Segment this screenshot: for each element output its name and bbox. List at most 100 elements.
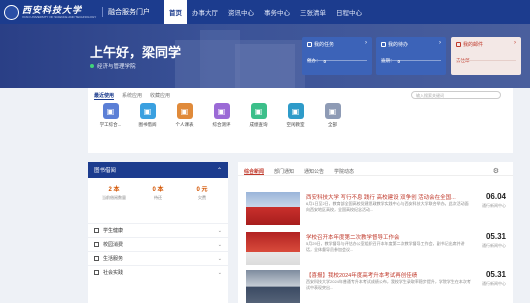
task-icon	[307, 42, 312, 47]
card-divider	[381, 60, 441, 61]
app-shortcut[interactable]: ▣ 成绩查询	[242, 103, 275, 128]
app-shortcut[interactable]: ▣ 空闲教室	[279, 103, 312, 128]
accordion-label: 校园消费	[103, 242, 124, 248]
app-shortcut[interactable]: ▣ 全部	[316, 103, 349, 128]
library-header[interactable]: 图书借阅 ⌃	[88, 162, 228, 178]
logo-subtitle: XI'AN UNIVERSITY OF SCIENCE AND TECHNOLO…	[22, 15, 97, 19]
app-label: 综合测评	[212, 122, 231, 127]
news-item[interactable]: 学校召开本年度第二次教学督导工作会 5月29日，教学督导与评估办公室组织召开本年…	[246, 232, 508, 268]
tab-college-news[interactable]: 学院动态	[334, 168, 354, 175]
my-tasks-label: 我的任务	[314, 42, 335, 48]
score-icon: ▣	[250, 103, 267, 119]
todo-icon	[381, 42, 386, 47]
online-status-icon	[90, 64, 94, 68]
tab-favorite-apps[interactable]: 收藏应用	[150, 92, 170, 100]
news-source: 通行新闻中心	[482, 243, 506, 248]
stat-due[interactable]: 0 本 待还	[136, 184, 180, 201]
chevron-up-icon: ⌃	[216, 167, 222, 174]
tab-general-news[interactable]: 综合新闻	[244, 168, 265, 175]
nav-three-lists[interactable]: 三张清单	[295, 0, 331, 24]
gear-icon[interactable]: ⚙	[493, 167, 499, 175]
university-seal-icon	[4, 4, 19, 20]
grid-icon: ▣	[324, 103, 341, 119]
accordion-label: 社会实践	[103, 270, 124, 276]
news-tabs: 综合新闻 部门通知 通知公告 学院动态	[238, 162, 513, 176]
nav-schedule-center[interactable]: 日程中心	[331, 0, 367, 24]
news-title[interactable]: 西安科技大学 写行不息 践行 高校建设 双争创 活动会在全国...	[306, 193, 471, 201]
app-shortcut[interactable]: ▣ 图书借阅	[131, 103, 164, 128]
news-title[interactable]: 【喜报】我校2024年度高考升本考试再创佳绩	[306, 271, 471, 279]
my-tasks-title: 我的任务	[307, 41, 367, 48]
news-item[interactable]: 【喜报】我校2024年度高考升本考试再创佳绩 西安科技大学2024年普通专升本考…	[246, 270, 508, 303]
accordion-social-practice[interactable]: 社会实践 ⌄	[88, 265, 228, 279]
practice-icon	[94, 270, 99, 275]
main-nav: 首页 办事大厅 资讯中心 事务中心 三张清单 日程中心	[164, 0, 367, 24]
library-panel: 图书借阅 ⌃ 2 本 当前借阅数量 0 本 待还 0 元 欠费 学生健康 ⌄ 校…	[88, 162, 228, 303]
tab-department-notices[interactable]: 部门通知	[274, 168, 294, 175]
accordion-label: 生活服务	[103, 256, 124, 262]
greeting-text: 上午好，梁同学	[90, 45, 182, 60]
news-item[interactable]: 西安科技大学 写行不息 践行 高校建设 双争创 活动会在全国... 6月1日至2…	[246, 192, 508, 228]
chevron-right-icon: ›	[365, 40, 367, 46]
app-label: 学工综合...	[99, 122, 122, 127]
service-icon	[94, 256, 99, 261]
tab-recent[interactable]: 最近使用	[94, 92, 115, 100]
news-thumbnail	[246, 192, 300, 225]
stat-label: 待还	[154, 195, 162, 200]
accordion-life-services[interactable]: 生活服务 ⌄	[88, 251, 228, 265]
tab-announcements[interactable]: 通知公告	[304, 168, 324, 175]
my-mail-card[interactable]: 我的邮件 › 去往邮	[451, 37, 521, 75]
accordion-campus-spending[interactable]: 校园消费 ⌄	[88, 237, 228, 251]
apps-panel: 最近使用 系统应用 收藏应用 输入搜索关键词 ▣ 学工综合... ▣ 图书借阅 ▣ 个人课…	[88, 88, 513, 153]
stat-label: 欠费	[198, 195, 206, 200]
my-mail-title: 我的邮件	[456, 41, 516, 48]
portal-title: 融合服务门户	[102, 7, 150, 17]
app-shortcuts: ▣ 学工综合... ▣ 图书借阅 ▣ 个人课表 ▣ 综合测评 ▣ 成绩查询 ▣ 空闲教室 ▣ 全部	[88, 103, 513, 128]
nav-service-hall[interactable]: 办事大厅	[187, 0, 223, 24]
go-to-mail-link[interactable]: 去往邮	[456, 58, 516, 64]
chevron-right-icon: ›	[439, 40, 441, 46]
news-date: 05.31	[485, 232, 506, 241]
app-shortcut[interactable]: ▣ 个人课表	[168, 103, 201, 128]
stat-fines[interactable]: 0 元 欠费	[180, 184, 224, 201]
nav-news-center[interactable]: 资讯中心	[223, 0, 259, 24]
stat-label: 当前借阅数量	[102, 195, 126, 200]
news-thumbnail	[246, 232, 300, 265]
my-mail-label: 我的邮件	[463, 42, 484, 48]
app-shortcut[interactable]: ▣ 学工综合...	[94, 103, 127, 128]
app-label: 全部	[328, 122, 337, 127]
campus-hall-image	[235, 44, 295, 88]
news-summary: 西安科技大学2024年普通专升本考试成绩公布，我校学生录取率稳步提升，学院学生在…	[306, 279, 471, 290]
news-date: 06.04	[485, 192, 506, 201]
chevron-right-icon: ›	[514, 40, 516, 46]
welcome-banner: 上午好，梁同学 经济与管理学院 我的任务 › 催办： 0 我的待办 › 逾期： 0 …	[0, 24, 530, 88]
chevron-down-icon: ⌄	[217, 255, 222, 262]
my-todo-card[interactable]: 我的待办 › 逾期： 0	[376, 37, 446, 75]
app-label: 空闲教室	[286, 122, 305, 127]
accordion-label: 学生健康	[103, 228, 124, 234]
news-date: 05.31	[485, 270, 506, 279]
department-name: 经济与管理学院	[97, 64, 136, 70]
news-source: 通行新闻中心	[482, 203, 506, 208]
university-logo[interactable]: 西安科技大学 XI'AN UNIVERSITY OF SCIENCE AND T…	[0, 4, 102, 20]
chart-icon: ▣	[213, 103, 230, 119]
my-tasks-urge: 催办： 0	[307, 58, 367, 64]
app-search-input[interactable]: 输入搜索关键词	[411, 91, 501, 99]
app-label: 图书借阅	[138, 122, 157, 127]
book-icon: ▣	[139, 103, 156, 119]
room-icon: ▣	[287, 103, 304, 119]
news-summary: 6月1日至2日，教育部全国高校党建思政教学实践中心与西安科技大学联合举办。此次活…	[306, 201, 469, 212]
nav-home[interactable]: 首页	[164, 0, 187, 24]
news-thumbnail	[246, 270, 300, 303]
stat-borrowed[interactable]: 2 本 当前借阅数量	[92, 184, 136, 201]
nav-affairs-center[interactable]: 事务中心	[259, 0, 295, 24]
calendar-icon: ▣	[176, 103, 193, 119]
my-tasks-card[interactable]: 我的任务 › 催办： 0	[302, 37, 372, 75]
accordion-student-health[interactable]: 学生健康 ⌄	[88, 223, 228, 237]
urge-label: 催办：	[307, 58, 321, 63]
wallet-icon	[94, 242, 99, 247]
app-shortcut[interactable]: ▣ 综合测评	[205, 103, 238, 128]
card-divider	[456, 60, 516, 61]
news-title[interactable]: 学校召开本年度第二次教学督导工作会	[306, 233, 471, 241]
tab-system-apps[interactable]: 系统应用	[122, 92, 142, 100]
